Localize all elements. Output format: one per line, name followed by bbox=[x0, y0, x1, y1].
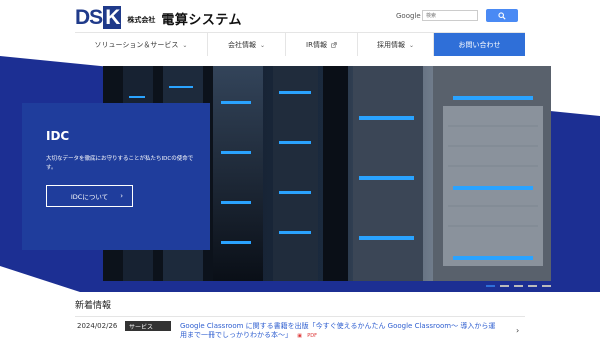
hero-more-button[interactable]: IDCについて › bbox=[46, 185, 133, 207]
pdf-label: PDF bbox=[307, 333, 317, 339]
hero-button-label: IDCについて bbox=[70, 193, 109, 201]
company-logo[interactable]: DS K 株式会社 電算システム bbox=[75, 6, 242, 29]
logo-mark: DS K bbox=[75, 6, 122, 29]
slider-dot[interactable] bbox=[486, 285, 495, 287]
slider-dot[interactable] bbox=[542, 285, 551, 287]
pdf-icon: ▣ bbox=[297, 333, 302, 339]
logo-company-name: 電算システム bbox=[161, 13, 242, 28]
nav-solutions[interactable]: ソリューション＆サービス ⌄ bbox=[75, 33, 208, 57]
nav-ir[interactable]: IR情報 bbox=[286, 33, 358, 57]
nav-recruit[interactable]: 採用情報 ⌄ bbox=[358, 33, 434, 57]
news-text: Google Classroom に関する書籍を出版「今すぐ使えるかんたん Go… bbox=[180, 322, 496, 339]
news-item[interactable]: 2024/02/26 サービス Google Classroom に関する書籍を… bbox=[75, 316, 525, 341]
news-link[interactable]: Google Classroom に関する書籍を出版「今すぐ使えるかんたん Go… bbox=[180, 322, 500, 341]
nav-label: ソリューション＆サービス bbox=[94, 41, 179, 49]
search-input[interactable] bbox=[422, 10, 478, 21]
site-header: DS K 株式会社 電算システム Google bbox=[0, 0, 600, 32]
news-heading: 新着情報 bbox=[75, 301, 112, 311]
google-label: Google bbox=[396, 11, 421, 20]
news-date: 2024/02/26 bbox=[77, 322, 118, 330]
hero-title: IDC bbox=[46, 129, 70, 143]
news-category-badge: サービス bbox=[125, 321, 171, 331]
hero-caption-box: IDC 大切なデータを徹底にお守りすることが私たちIDCの使命です。 IDCにつ… bbox=[22, 103, 210, 250]
nav-label: IR情報 bbox=[306, 41, 327, 49]
nav-contact-button[interactable]: お問い合わせ bbox=[434, 33, 525, 57]
chevron-down-icon: ⌄ bbox=[408, 41, 415, 49]
hero-text: 大切なデータを徹底にお守りすることが私たちIDCの使命です。 bbox=[46, 156, 194, 171]
nav-company[interactable]: 会社情報 ⌄ bbox=[208, 33, 286, 57]
slider-dots bbox=[486, 285, 551, 287]
slider-dot[interactable] bbox=[500, 285, 509, 287]
logo-kabushiki: 株式会社 bbox=[127, 16, 156, 24]
chevron-right-icon: › bbox=[516, 326, 520, 335]
nav-contact-label: お問い合わせ bbox=[458, 41, 501, 49]
search-button[interactable] bbox=[486, 9, 518, 22]
nav-label: 採用情報 bbox=[376, 41, 405, 49]
site-search: Google bbox=[396, 9, 518, 22]
chevron-down-icon: ⌄ bbox=[259, 41, 266, 49]
external-link-icon bbox=[331, 42, 337, 48]
chevron-right-icon: › bbox=[120, 192, 123, 200]
chevron-down-icon: ⌄ bbox=[182, 41, 188, 49]
search-icon bbox=[498, 11, 506, 20]
nav-label: 会社情報 bbox=[227, 41, 256, 49]
main-nav: ソリューション＆サービス ⌄ 会社情報 ⌄ IR情報 採用情報 ⌄ お問い合わせ bbox=[75, 32, 525, 57]
hero-slider: IDC 大切なデータを徹底にお守りすることが私たちIDCの使命です。 IDCにつ… bbox=[0, 56, 600, 292]
slider-dot[interactable] bbox=[514, 285, 523, 287]
slider-dot[interactable] bbox=[528, 285, 537, 287]
